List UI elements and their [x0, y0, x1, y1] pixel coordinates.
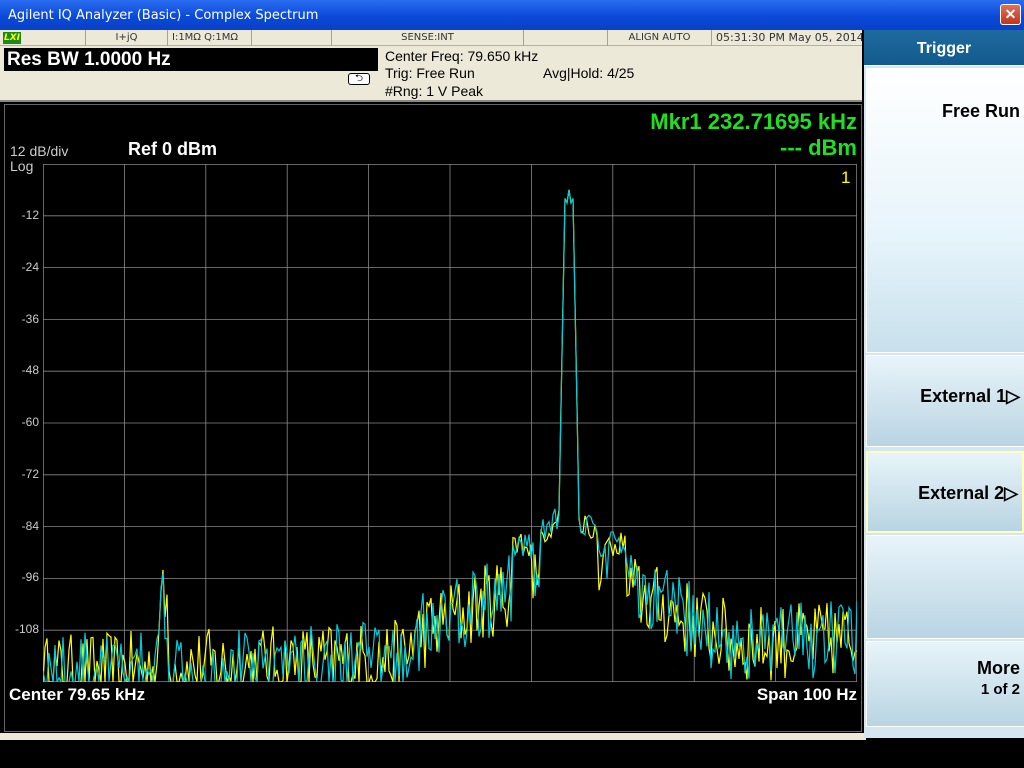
- spectrum-plot: 1: [43, 164, 857, 682]
- close-icon: ✕: [1004, 6, 1017, 22]
- spectrum-graph[interactable]: Mkr1 232.71695 kHz --- dBm 12 dB/div Log…: [4, 104, 862, 732]
- marker-readout: Mkr1 232.71695 kHz --- dBm: [650, 109, 857, 161]
- softkey-panel: Trigger Free Run External 1▷ External 2▷…: [864, 30, 1024, 738]
- softkey-page-indicator: 1 of 2: [980, 681, 1020, 698]
- marker-1-label: 1: [841, 168, 850, 187]
- y-tick: -12: [21, 208, 39, 222]
- window-title: Agilent IQ Analyzer (Basic) - Complex Sp…: [8, 8, 319, 23]
- scale-per-div: 12 dB/div: [10, 143, 69, 159]
- menu-title: Trigger: [864, 30, 1024, 66]
- avg-hold: Avg|Hold: 4/25: [543, 65, 635, 81]
- softkey-label: External 2▷: [918, 483, 1018, 503]
- settings-panel: Res BW 1.0000 Hz ⮌ Center Freq: 79.650 k…: [0, 46, 862, 102]
- softkey-label: External 1▷: [920, 386, 1020, 406]
- y-tick: -84: [21, 519, 39, 533]
- y-tick: -36: [21, 312, 39, 326]
- input-impedance: I:1MΩ Q:1MΩ: [168, 30, 252, 46]
- status-bar: LXI I+jQ I:1MΩ Q:1MΩ SENSE:INT ALIGN AUT…: [0, 30, 862, 46]
- y-tick: -24: [21, 260, 39, 274]
- close-button[interactable]: ✕: [1000, 4, 1021, 25]
- y-tick: -96: [21, 570, 39, 584]
- marker-frequency: Mkr1 232.71695 kHz: [650, 109, 857, 134]
- trig-status: Trig: Free Run: [385, 65, 475, 81]
- window-title-bar: Agilent IQ Analyzer (Basic) - Complex Sp…: [0, 0, 1024, 30]
- res-bw-display[interactable]: Res BW 1.0000 Hz: [4, 48, 378, 71]
- y-tick: -108: [14, 622, 39, 636]
- datetime: 05:31:30 PM May 05, 2014: [716, 31, 862, 44]
- center-frequency: Center 79.65 kHz: [9, 685, 146, 704]
- marker-level: --- dBm: [780, 135, 857, 160]
- softkey-label: More: [976, 658, 1020, 678]
- bottom-strip: [0, 733, 866, 740]
- scale-type: Log: [10, 158, 34, 174]
- lxi-badge: LXI: [3, 32, 21, 44]
- input-range: #Rng: 1 V Peak: [385, 83, 484, 99]
- softkey-external-2[interactable]: External 2▷: [866, 451, 1024, 533]
- sense-status: SENSE:INT: [332, 30, 524, 46]
- y-tick: -60: [21, 415, 39, 429]
- softkey-external-1[interactable]: External 1▷: [866, 355, 1024, 447]
- input-mode: I+jQ: [86, 30, 168, 46]
- softkey-blank[interactable]: [866, 535, 1024, 639]
- softkey-free-run[interactable]: Free Run: [866, 68, 1024, 353]
- center-freq: Center Freq: 79.650 kHz: [385, 48, 539, 64]
- softkey-more[interactable]: More 1 of 2: [866, 641, 1024, 727]
- span: Span 100 Hz: [756, 685, 857, 704]
- y-tick: -72: [21, 467, 39, 481]
- trigger-icon: ⮌: [348, 73, 370, 85]
- ref-level: Ref 0 dBm: [128, 139, 218, 159]
- align-status: ALIGN AUTO: [608, 30, 712, 46]
- softkey-label: Free Run: [941, 101, 1020, 121]
- y-tick: -48: [21, 363, 39, 377]
